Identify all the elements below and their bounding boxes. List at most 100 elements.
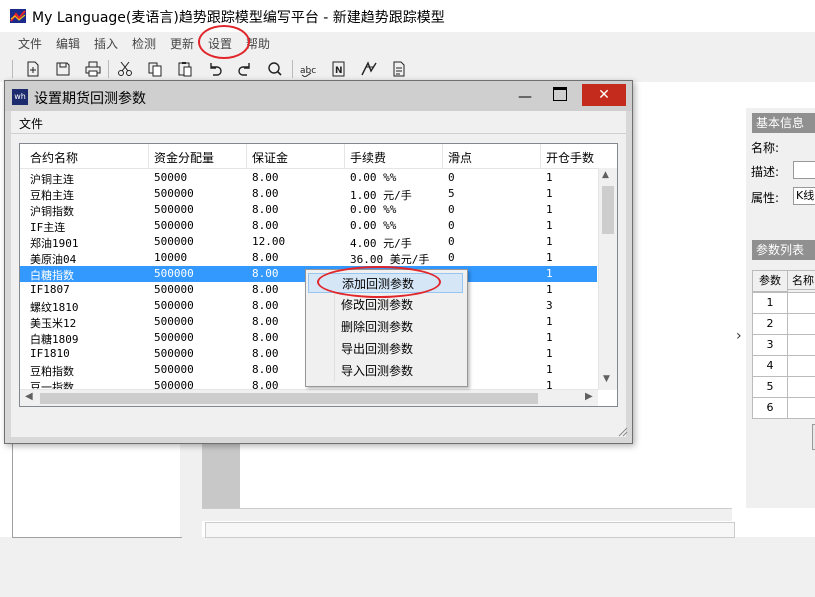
column-header[interactable]: 保证金 xyxy=(252,149,288,166)
attribute-label: 属性: xyxy=(751,191,780,205)
table-row[interactable]: 沪铜主连 50000 8.00 0.00 %% 0 1 xyxy=(20,170,597,186)
cell-fee: 0.00 %% xyxy=(350,219,397,232)
editor-bottom-bar xyxy=(202,508,732,521)
cell-margin: 8.00 xyxy=(252,203,279,216)
menu-edit[interactable]: 编辑 xyxy=(56,35,80,52)
column-header[interactable]: 资金分配量 xyxy=(154,149,214,166)
cell-name: 白糖指数 xyxy=(30,269,74,282)
minimize-icon[interactable]: — xyxy=(518,89,532,105)
new-file-icon[interactable] xyxy=(22,58,44,80)
cell-fee: 0.00 %% xyxy=(350,203,397,216)
param-name-cell[interactable] xyxy=(787,355,815,377)
scroll-down-icon[interactable]: ▼ xyxy=(603,374,610,384)
cell-name: 沪铜指数 xyxy=(30,205,74,218)
param-row-number: 1 xyxy=(752,292,788,314)
cut-icon[interactable] xyxy=(114,58,136,80)
spellcheck-icon[interactable]: abc xyxy=(298,58,320,80)
document-icon[interactable] xyxy=(388,58,410,80)
window-title: My Language(麦语言)趋势跟踪模型编写平台 - 新建趋势跟踪模型 xyxy=(32,10,445,26)
param-row-number: 5 xyxy=(752,376,788,398)
cell-name: IF主连 xyxy=(30,221,66,234)
ctx-export-backtest-params[interactable]: 导出回测参数 xyxy=(308,339,463,359)
backtest-params-dialog: wh 设置期货回测参数 — ✕ 文件 合约名称 资金分配量 保证金 手续费 滑点… xyxy=(4,80,633,444)
cell-name: 豆粕主连 xyxy=(30,189,74,202)
menu-check[interactable]: 检测 xyxy=(132,35,156,52)
editor-horizontal-scrollbar[interactable] xyxy=(205,522,735,538)
param-col-header: 参数 xyxy=(752,270,788,292)
cell-slippage: 0 xyxy=(448,219,455,232)
cell-fee: 0.00 %% xyxy=(350,171,397,184)
app-logo-icon xyxy=(10,9,26,23)
collapse-chevron-icon[interactable]: › xyxy=(736,328,742,344)
save-icon[interactable] xyxy=(52,58,74,80)
table-row[interactable]: 郑油1901 500000 12.00 4.00 元/手 0 1 xyxy=(20,234,597,250)
column-header[interactable]: 手续费 xyxy=(350,149,386,166)
cell-capital: 50000 xyxy=(154,171,188,184)
horizontal-scrollbar[interactable]: ◀ ▶ xyxy=(20,389,598,406)
param-name-cell[interactable] xyxy=(787,397,815,419)
cell-margin: 8.00 xyxy=(252,315,279,328)
attribute-select[interactable]: K线 xyxy=(793,187,815,205)
menu-file[interactable]: 文件 xyxy=(18,35,42,52)
cell-name: 美原油04 xyxy=(30,253,77,266)
close-icon[interactable]: ✕ xyxy=(582,84,626,106)
format-icon[interactable]: N xyxy=(328,58,350,80)
find-icon[interactable] xyxy=(264,58,286,80)
ctx-delete-backtest-params[interactable]: 删除回测参数 xyxy=(308,317,463,337)
cell-capital: 500000 xyxy=(154,363,194,376)
cell-slippage: 0 xyxy=(448,251,455,264)
scroll-left-icon[interactable]: ◀ xyxy=(25,391,33,402)
copy-icon[interactable] xyxy=(144,58,166,80)
scroll-up-icon[interactable]: ▲ xyxy=(602,170,609,180)
list-header: 合约名称 资金分配量 保证金 手续费 滑点 开仓手数 xyxy=(20,144,617,169)
dialog-menu-file[interactable]: 文件 xyxy=(19,115,43,132)
cell-fee: 4.00 元/手 xyxy=(350,237,412,250)
cell-capital: 500000 xyxy=(154,267,194,280)
undo-icon[interactable] xyxy=(204,58,226,80)
description-field[interactable] xyxy=(793,161,815,179)
param-name-cell[interactable] xyxy=(787,313,815,335)
description-label: 描述: xyxy=(751,165,780,179)
ctx-import-backtest-params[interactable]: 导入回测参数 xyxy=(308,361,463,381)
table-row[interactable]: 美原油04 10000 8.00 36.00 美元/手 0 1 xyxy=(20,250,597,266)
cell-lots: 1 xyxy=(546,203,553,216)
table-row[interactable]: IF主连 500000 8.00 0.00 %% 0 1 xyxy=(20,218,597,234)
table-row[interactable]: 沪铜指数 500000 8.00 0.00 %% 0 1 xyxy=(20,202,597,218)
paste-icon[interactable] xyxy=(174,58,196,80)
horizontal-scroll-thumb[interactable] xyxy=(40,393,538,404)
menu-update[interactable]: 更新 xyxy=(170,35,194,52)
param-name-cell[interactable] xyxy=(787,334,815,356)
menu-insert[interactable]: 插入 xyxy=(94,35,118,52)
cell-lots: 1 xyxy=(546,283,553,296)
scroll-right-icon[interactable]: ▶ xyxy=(585,391,593,402)
settings-annotation-circle xyxy=(198,25,250,59)
cell-capital: 10000 xyxy=(154,251,188,264)
vertical-scroll-thumb[interactable] xyxy=(602,186,614,234)
ctx-edit-backtest-params[interactable]: 修改回测参数 xyxy=(308,295,463,315)
maximize-icon[interactable] xyxy=(553,87,567,101)
vertical-scrollbar[interactable]: ▲ ▼ xyxy=(598,168,617,390)
cell-lots: 1 xyxy=(546,363,553,376)
cell-capital: 500000 xyxy=(154,331,194,344)
param-name-cell[interactable] xyxy=(787,292,815,314)
cell-margin: 8.00 xyxy=(252,171,279,184)
column-header[interactable]: 开仓手数 xyxy=(546,149,594,166)
cell-fee: 1.00 元/手 xyxy=(350,189,412,202)
cell-margin: 8.00 xyxy=(252,363,279,376)
cell-name: 美玉米12 xyxy=(30,317,77,330)
resize-grip-icon[interactable] xyxy=(616,425,628,437)
table-row[interactable]: 豆粕主连 500000 8.00 1.00 元/手 5 1 xyxy=(20,186,597,202)
cell-capital: 500000 xyxy=(154,203,194,216)
cell-name: 白糖1809 xyxy=(30,333,79,346)
cell-slippage: 0 xyxy=(448,235,455,248)
param-row-number: 2 xyxy=(752,313,788,335)
cell-lots: 1 xyxy=(546,251,553,264)
param-name-cell[interactable] xyxy=(787,376,815,398)
column-header[interactable]: 合约名称 xyxy=(30,149,78,166)
redo-icon[interactable] xyxy=(234,58,256,80)
menu-bar: 文件 编辑 插入 检测 更新 设置 帮助 xyxy=(0,32,815,53)
basic-info-header: 基本信息 xyxy=(752,113,815,133)
function-icon[interactable] xyxy=(358,58,380,80)
column-header[interactable]: 滑点 xyxy=(448,149,472,166)
print-icon[interactable] xyxy=(82,58,104,80)
